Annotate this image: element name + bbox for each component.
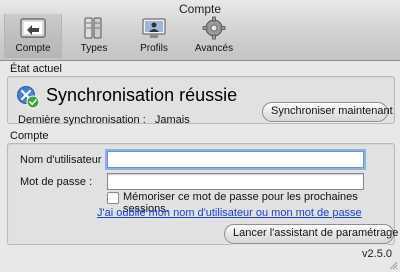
sync-now-button[interactable]: Synchroniser maintenant [262, 102, 393, 122]
password-input[interactable] [107, 173, 364, 190]
toolbar-item-avances[interactable]: Avancés [186, 14, 242, 58]
setup-wizard-button[interactable]: Lancer l'assistant de paramétrage [224, 224, 398, 244]
toolbar-label-profils: Profils [140, 43, 168, 54]
toolbar-label-types: Types [80, 43, 108, 54]
types-icon [84, 17, 102, 39]
username-label: Nom d'utilisateur : [20, 154, 108, 166]
last-sync-value: Jamais [154, 114, 190, 126]
remember-password-checkbox[interactable] [107, 192, 119, 204]
account-icon [20, 18, 46, 38]
advanced-gear-icon [202, 16, 226, 40]
toolbar-item-types[interactable]: Types [66, 14, 122, 58]
sync-status-headline: Synchronisation réussie [46, 85, 238, 105]
toolbar-label-avances: Avancés [194, 43, 234, 54]
toolbar-label-compte: Compte [15, 43, 51, 54]
toolbar-item-profils[interactable]: Profils [126, 14, 182, 58]
status-section-label: État actuel [10, 63, 62, 75]
last-sync-row: Dernière synchronisation : Jamais [18, 114, 190, 126]
password-label: Mot de passe : [20, 176, 93, 188]
account-section-label: Compte [10, 130, 49, 142]
account-box: Nom d'utilisateur : Mot de passe : Mémor… [7, 143, 398, 245]
preferences-window: Compte Compte Types Profils Avancés État… [0, 0, 400, 272]
toolbar: Compte Types Profils Avancés [4, 14, 242, 58]
sync-success-icon [17, 86, 40, 109]
forgot-credentials-link[interactable]: J'ai oublié mon nom d'utilisateur ou mon… [97, 207, 362, 219]
title-toolbar: Compte Compte Types Profils Avancés [0, 0, 400, 61]
version-label: v2.5.0 [362, 248, 392, 260]
resize-grip-icon[interactable] [388, 260, 398, 270]
status-box: Synchronisation réussie Dernière synchro… [7, 76, 395, 126]
profiles-icon [142, 18, 166, 38]
username-input[interactable] [107, 151, 364, 168]
toolbar-item-compte[interactable]: Compte [4, 14, 62, 58]
last-sync-label: Dernière synchronisation : [18, 114, 146, 126]
